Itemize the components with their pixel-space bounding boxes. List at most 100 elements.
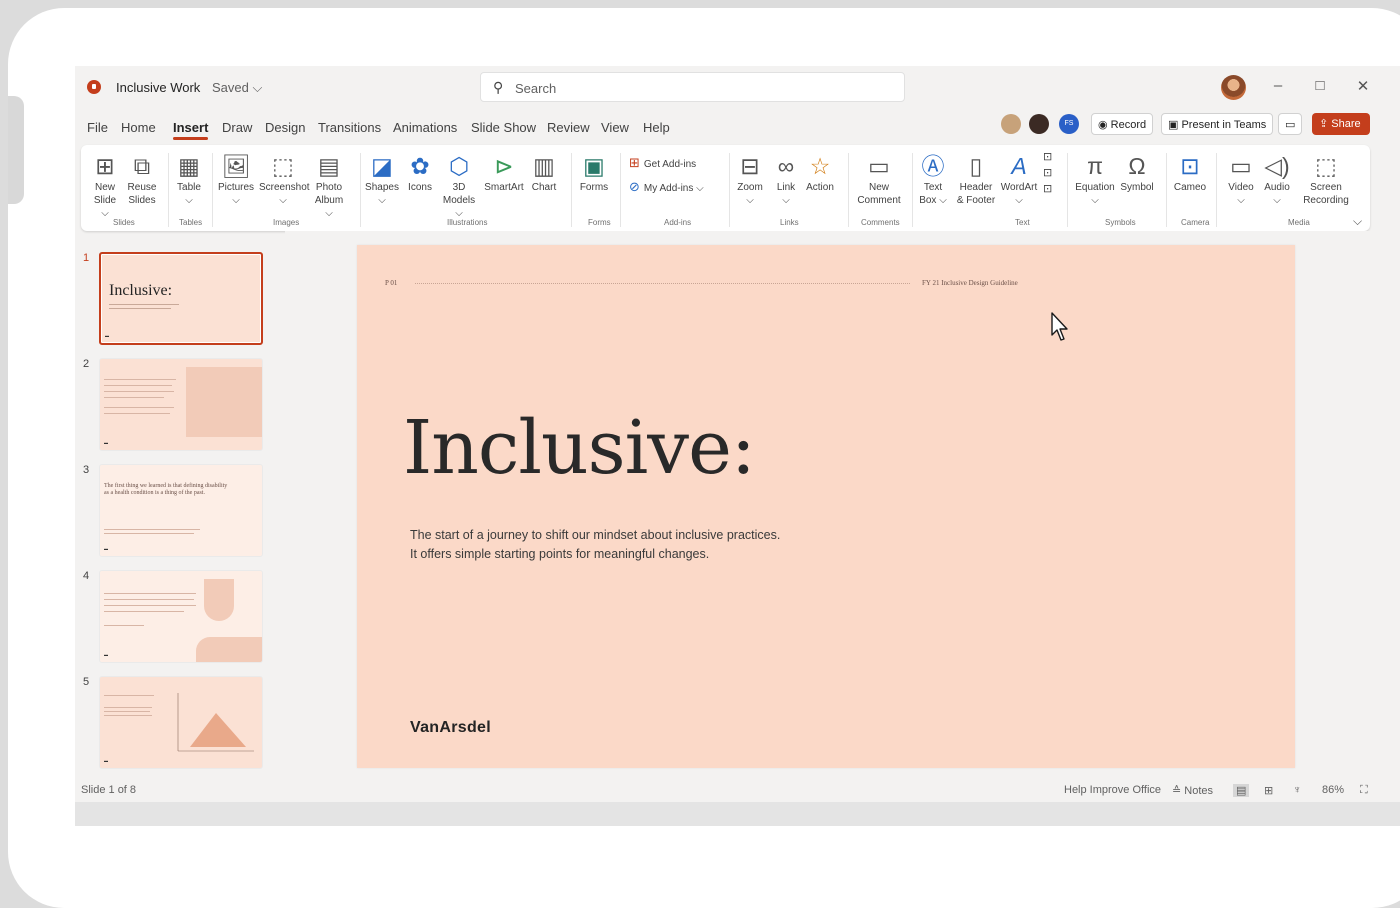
text-extra-icons[interactable]: ⊡ ⊡ ⊡ — [1043, 149, 1052, 197]
ribbon-separator — [912, 153, 913, 227]
link-icon: ∞ — [777, 153, 795, 179]
tab-design[interactable]: Design — [265, 120, 305, 135]
slide-subtitle-line: It offers simple starting points for mea… — [410, 547, 710, 561]
collaborator-avatar[interactable] — [1001, 114, 1021, 134]
photo-album-button[interactable]: ▤ Photo Album ⌵ — [311, 151, 347, 220]
current-slide[interactable]: P 01 FY 21 Inclusive Design Guideline In… — [357, 245, 1295, 768]
thumbnail-number: 5 — [83, 676, 90, 688]
search-icon: ⚲ — [493, 79, 504, 95]
thumbnail-number: 3 — [83, 464, 90, 476]
table-button[interactable]: ▦ Table ⌵ — [173, 151, 205, 207]
group-label-slides: Slides — [113, 218, 135, 227]
save-status-dropdown[interactable]: Saved ⌵ — [212, 80, 262, 96]
pictures-button[interactable]: 🖼 Pictures ⌵ — [217, 151, 255, 207]
forms-button[interactable]: ▣ Forms — [577, 151, 611, 194]
slide-thumbnail-5[interactable]: ▬ — [99, 676, 263, 769]
header-footer-button[interactable]: ▯ Header & Footer — [955, 151, 997, 207]
new-comment-button[interactable]: ▭ New Comment — [855, 151, 903, 207]
notes-button[interactable]: ≙ Notes — [1172, 784, 1213, 797]
tab-slide-show[interactable]: Slide Show — [471, 120, 536, 135]
tab-home[interactable]: Home — [121, 120, 156, 135]
audio-button[interactable]: ◁) Audio ⌵ — [1261, 151, 1293, 207]
slide-thumbnail-1[interactable]: Inclusive: ▬ — [99, 252, 263, 345]
cameo-button[interactable]: ⊡ Cameo — [1173, 151, 1207, 194]
group-label-forms: Forms — [588, 218, 611, 227]
video-button[interactable]: ▭ Video ⌵ — [1225, 151, 1257, 207]
document-title[interactable]: Inclusive Work — [116, 80, 200, 95]
collaborator-initials[interactable]: FS — [1059, 114, 1079, 134]
tab-draw[interactable]: Draw — [222, 120, 252, 135]
tab-view[interactable]: View — [601, 120, 629, 135]
search-box[interactable]: ⚲ — [480, 72, 905, 102]
slide-thumbnail-3[interactable]: The first thing we learned is that defin… — [99, 464, 263, 557]
tab-transitions[interactable]: Transitions — [318, 120, 381, 135]
icons-button[interactable]: ✿ Icons — [403, 151, 437, 194]
group-label-comments: Comments — [861, 218, 900, 227]
smartart-button[interactable]: ⊳ SmartArt — [483, 151, 525, 194]
user-avatar[interactable] — [1221, 75, 1246, 100]
tab-help[interactable]: Help — [643, 120, 670, 135]
text-box-button[interactable]: Ⓐ Text Box ⌵ — [919, 151, 947, 207]
zoom-level[interactable]: 86% — [1322, 784, 1344, 796]
slide-dotted-rule — [415, 283, 910, 284]
new-slide-icon: ⊞ — [95, 153, 115, 179]
normal-view-icon[interactable]: ▤ — [1233, 784, 1250, 797]
screen-recording-button[interactable]: ⬚ Screen Recording — [1301, 151, 1351, 207]
maximize-button[interactable]: □ — [1310, 77, 1330, 94]
equation-button[interactable]: π Equation ⌵ — [1073, 151, 1117, 207]
tab-insert[interactable]: Insert — [173, 120, 209, 140]
pi-icon: π — [1087, 153, 1103, 179]
slide-guideline-label: FY 21 Inclusive Design Guideline — [922, 279, 1018, 287]
presenter-view-icon[interactable]: ♆ — [1293, 784, 1301, 796]
record-button[interactable]: ◉ Record — [1091, 113, 1154, 135]
shapes-button[interactable]: ◪ Shapes ⌵ — [365, 151, 399, 207]
chart-label: Chart — [531, 182, 557, 193]
slide-thumbnail-4[interactable]: ▬ — [99, 570, 263, 663]
ribbon-separator — [1216, 153, 1217, 227]
link-button[interactable]: ∞ Link ⌵ — [771, 151, 801, 207]
tab-animations[interactable]: Animations — [393, 120, 457, 135]
cameo-label: Cameo — [1173, 182, 1207, 193]
fit-to-window-icon[interactable]: ⛶ — [1360, 784, 1368, 797]
wordart-button[interactable]: A WordArt ⌵ — [999, 151, 1039, 207]
slide-subtitle[interactable]: The start of a journey to shift our mind… — [410, 526, 930, 564]
thumbnail-text-line — [104, 611, 184, 612]
thumbnail-text-line — [104, 605, 196, 606]
close-button[interactable]: ✕ — [1353, 77, 1373, 95]
collaborator-avatar[interactable] — [1029, 114, 1049, 134]
screenshot-icon: ⬚ — [272, 153, 294, 179]
slide-title[interactable]: Inclusive: — [403, 405, 756, 491]
help-improve-office-button[interactable]: Help Improve Office — [1064, 784, 1161, 796]
search-input[interactable] — [513, 77, 897, 99]
reuse-slides-button[interactable]: ⧉ Reuse Slides — [125, 151, 159, 207]
tab-review[interactable]: Review — [547, 120, 590, 135]
zoom-button[interactable]: ⊟ Zoom ⌵ — [733, 151, 767, 207]
my-addins-button[interactable]: ⊘ My Add-ins ⌵ — [629, 179, 704, 195]
comments-button[interactable]: ▭ — [1278, 113, 1302, 135]
status-bar: Slide 1 of 8 Help Improve Office ≙ Notes… — [75, 779, 1400, 801]
present-in-teams-button[interactable]: ▣ Present in Teams — [1161, 113, 1274, 135]
tab-file[interactable]: File — [87, 120, 108, 135]
equation-label: Equation ⌵ — [1075, 182, 1115, 206]
slide-thumbnail-2[interactable]: ▬ — [99, 358, 263, 451]
get-addins-button[interactable]: ⊞ Get Add-ins — [629, 155, 696, 171]
symbol-button[interactable]: Ω Symbol — [1119, 151, 1155, 194]
thumbnail-text-line — [104, 599, 194, 600]
share-button[interactable]: ⇪ Share — [1312, 113, 1370, 135]
cameo-icon: ⊡ — [1180, 153, 1200, 179]
collapse-ribbon-chevron-icon[interactable]: ⌵ — [1353, 214, 1362, 229]
action-button[interactable]: ☆ Action — [803, 151, 837, 194]
group-label-camera: Camera — [1181, 218, 1210, 227]
minimize-button[interactable]: – — [1268, 77, 1288, 94]
3d-models-button[interactable]: ⬡ 3D Models ⌵ — [441, 151, 477, 220]
screenshot-button[interactable]: ⬚ Screenshot ⌵ — [259, 151, 310, 207]
omega-icon: Ω — [1128, 153, 1146, 179]
slide-sorter-icon[interactable]: ⊞ — [1264, 784, 1273, 797]
wordart-label: WordArt ⌵ — [1000, 182, 1038, 206]
chart-button[interactable]: ▥ Chart — [529, 151, 559, 194]
new-slide-button[interactable]: ⊞ New Slide ⌵ — [89, 151, 121, 220]
reuse-slides-icon: ⧉ — [133, 153, 151, 179]
audio-label: Audio ⌵ — [1264, 182, 1290, 206]
zoom-label: Zoom ⌵ — [737, 182, 763, 206]
thumbnail-text-line — [109, 308, 171, 309]
